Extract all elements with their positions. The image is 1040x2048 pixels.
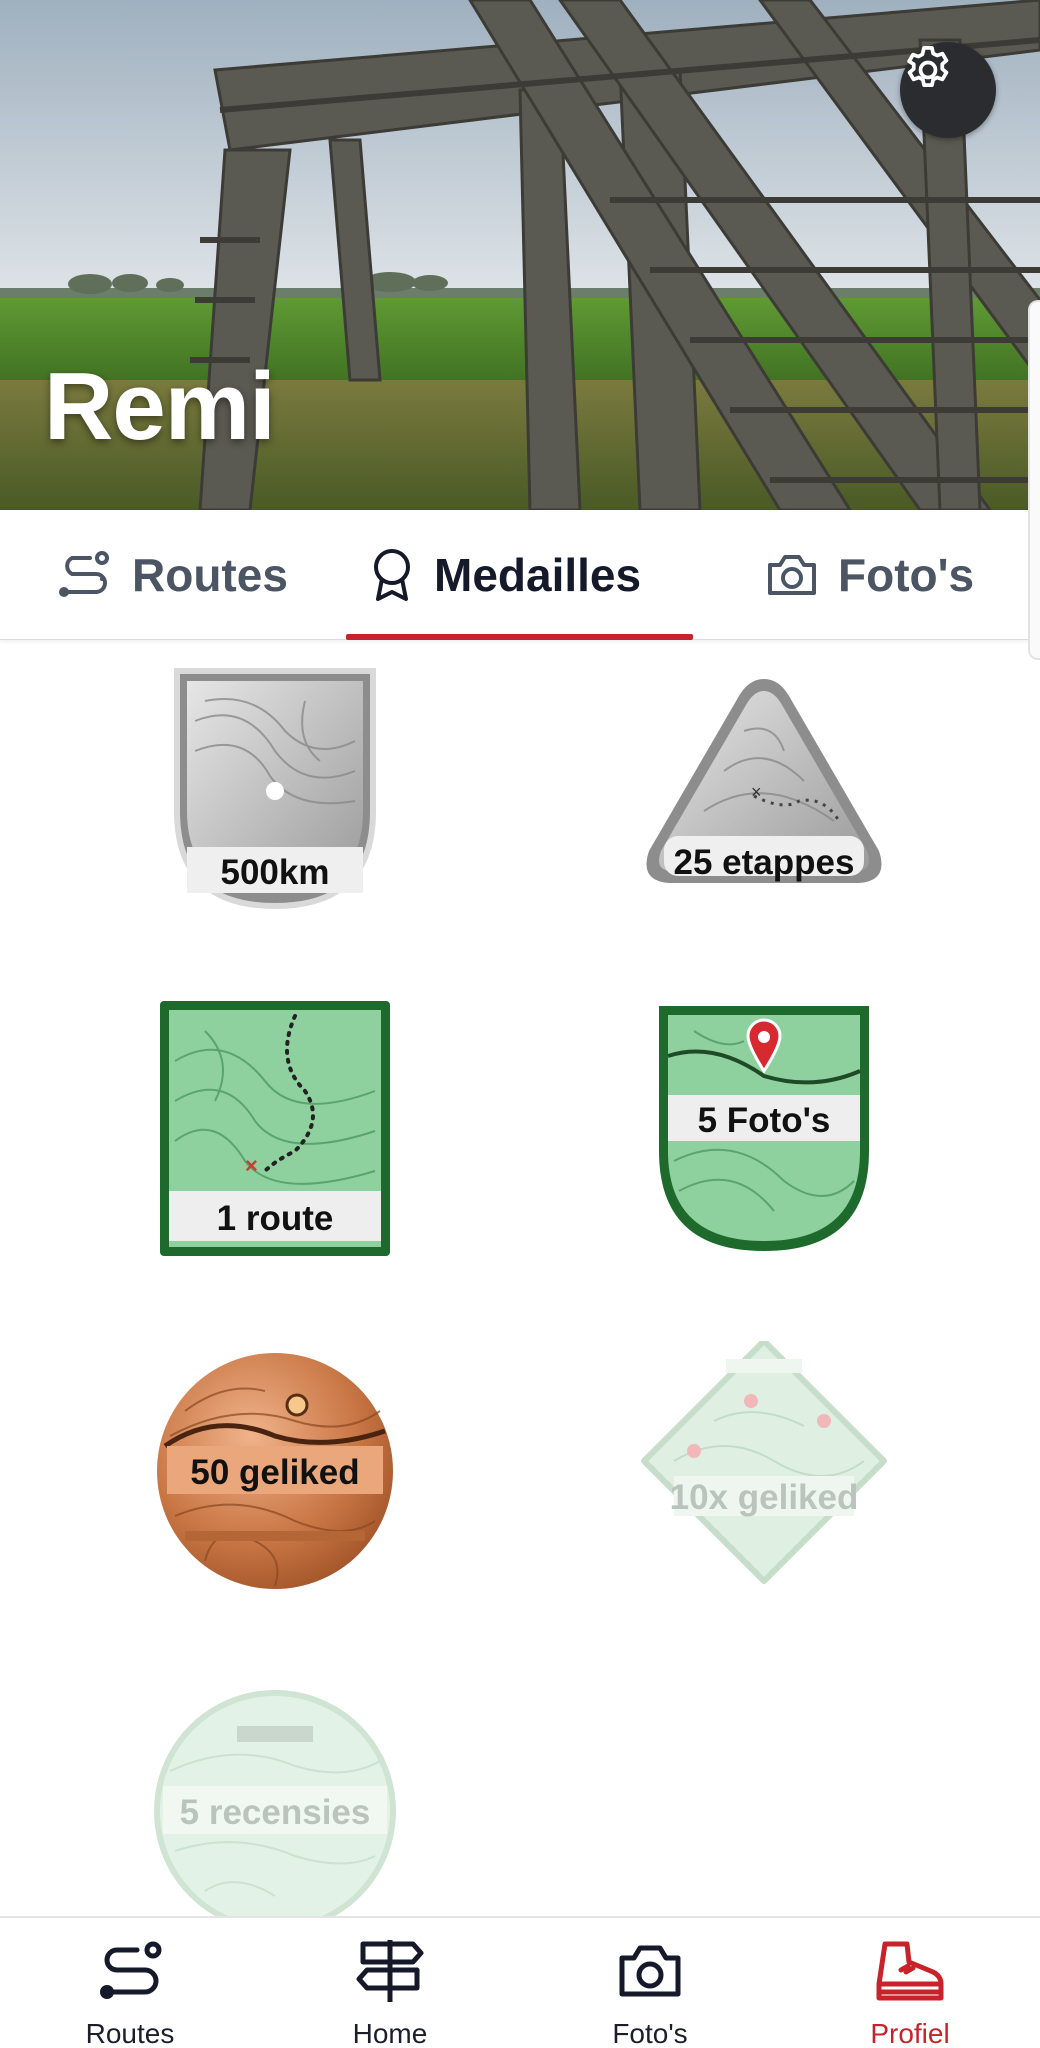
tab-routes-label: Routes [132,549,288,601]
routes-icon [59,551,109,597]
nav-profile[interactable]: Profiel [810,1918,1010,2048]
medal-label: 50 geliked [190,1453,360,1492]
medal-500km[interactable]: 500km [145,661,405,921]
routes-icon [100,1941,162,1999]
nav-profile-label: Profiel [870,2018,950,2048]
nav-home-label: Home [352,2018,428,2048]
side-drawer-handle[interactable] [1028,300,1040,660]
medal-10x-geliked[interactable]: 10x geliked [634,1341,894,1601]
svg-text:×: × [751,782,762,802]
medal-label: 10x geliked [669,1478,859,1517]
profile-name: Remi [44,353,276,460]
medals-grid: 500km × 25 etappes × 1 route 5 Foto's 50… [0,641,1040,1916]
svg-text:×: × [245,1153,258,1178]
tab-medals-label: Medailles [434,549,642,601]
profile-tabs: Routes Medailles Foto's [0,510,1040,640]
medal-50-geliked[interactable]: 50 geliked [145,1341,405,1601]
camera-icon [619,1945,681,1997]
nav-home[interactable]: Home [290,1918,490,2048]
tab-photos-label: Foto's [838,549,975,601]
medal-label: 5 Foto's [697,1101,831,1140]
nav-routes-label: Routes [85,2018,175,2048]
medal-label: 25 etappes [673,843,855,882]
settings-button[interactable] [900,42,996,138]
camera-icon [768,555,816,595]
medal-label: 500km [220,853,330,892]
medal-25-etappes[interactable]: × 25 etappes [634,661,894,921]
active-tab-indicator [346,634,693,640]
tab-medals[interactable]: Medailles [370,510,641,640]
medal-5-fotos[interactable]: 5 Foto's [634,1001,894,1261]
tab-routes[interactable]: Routes [54,510,288,640]
signpost-icon [356,1940,424,2002]
nav-routes[interactable]: Routes [30,1918,230,2048]
profile-header: Remi [0,0,1040,510]
hiking-boot-icon [876,1941,944,2001]
medal-label: 5 recensies [179,1793,371,1832]
medal-icon [374,549,410,601]
nav-photos-label: Foto's [612,2018,688,2048]
medal-label: 1 route [216,1199,334,1238]
gear-icon [907,45,949,88]
nav-photos[interactable]: Foto's [550,1918,750,2048]
tab-photos[interactable]: Foto's [766,510,974,640]
medal-1-route[interactable]: × 1 route [145,1001,405,1261]
medal-5-recensies[interactable]: 5 recensies [145,1681,405,1916]
bottom-navigation: Routes Home Foto's Profiel [0,1916,1040,2048]
